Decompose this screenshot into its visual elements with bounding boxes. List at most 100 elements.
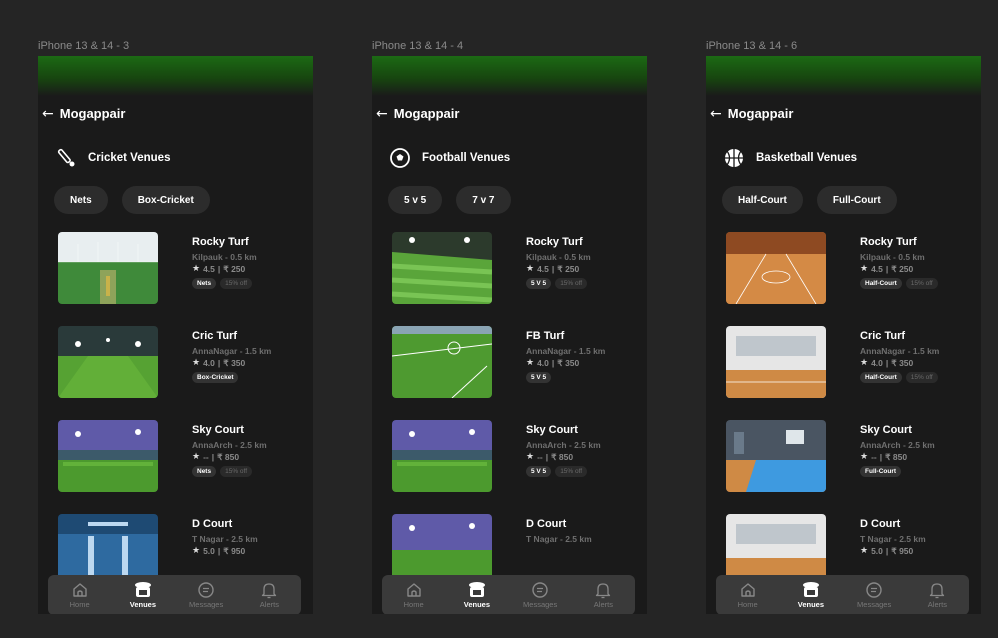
home-icon: [739, 581, 757, 599]
venue-location: T Nagar - 2.5 km: [526, 534, 592, 544]
venue-tag: Nets: [192, 466, 217, 477]
filter-chip[interactable]: 5 v 5: [388, 186, 443, 214]
phone-frame: iPhone 13 & 14 - 6 ← Mogappair Basketbal…: [706, 40, 981, 614]
venue-name: Sky Court: [526, 424, 578, 436]
bottom-tab-bar: Home Venues Messages Alerts: [382, 575, 635, 614]
venue-rating-price: ★ -- | ₹ 850: [192, 451, 302, 463]
venue-card[interactable]: Rocky Turf Kilpauk - 0.5 km ★ 4.5 | ₹ 250 H…: [726, 232, 966, 308]
venue-card[interactable]: Sky Court AnnaArch - 2.5 km ★ -- | ₹ 850 5 …: [392, 420, 632, 496]
back-arrow-icon[interactable]: ←: [710, 107, 722, 121]
frame-label: iPhone 13 & 14 - 3: [38, 40, 130, 52]
phone-screen: ← Mogappair Cricket Venues Nets Box-Crick…: [38, 56, 313, 614]
divider: |: [217, 264, 221, 274]
venue-name: FB Turf: [526, 330, 565, 342]
venue-tags: Half-Court 15% off: [860, 278, 970, 289]
tab-venues[interactable]: Venues: [115, 581, 171, 609]
tab-venues[interactable]: Venues: [449, 581, 505, 609]
venue-location: T Nagar - 2.5 km: [192, 534, 258, 544]
tab-alerts[interactable]: Alerts: [909, 581, 965, 609]
venue-info: Sky Court AnnaArch - 2.5 km ★ -- | ₹ 850 Fu…: [860, 424, 970, 477]
tab-home[interactable]: Home: [720, 581, 776, 609]
phone-frame: iPhone 13 & 14 - 3 ← Mogappair Cricket V…: [38, 40, 313, 614]
venue-rating: --: [871, 452, 877, 462]
header-gradient: [372, 56, 647, 96]
venue-location: AnnaNagar - 1.5 km: [526, 346, 606, 356]
category-title: Cricket Venues: [88, 152, 171, 164]
venue-info: Rocky Turf Kilpauk - 0.5 km ★ 4.5 | ₹ 250 H…: [860, 236, 970, 289]
venue-card[interactable]: Rocky Turf Kilpauk - 0.5 km ★ 4.5 | ₹ 250 5…: [392, 232, 632, 308]
venue-tag: 5 V 5: [526, 372, 552, 383]
filter-chip[interactable]: Nets: [54, 186, 108, 214]
venue-card[interactable]: Rocky Turf Kilpauk - 0.5 km ★ 4.5 | ₹ 250 N…: [58, 232, 298, 308]
filter-chip[interactable]: 7 v 7: [456, 186, 511, 214]
back-arrow-icon[interactable]: ←: [42, 107, 54, 121]
filter-chip[interactable]: Full-Court: [816, 186, 897, 214]
tab-messages[interactable]: Messages: [846, 581, 902, 609]
venue-card[interactable]: Cric Turf AnnaNagar - 1.5 km ★ 4.0 | ₹ 350 …: [58, 326, 298, 402]
venue-price: ₹ 250: [891, 264, 914, 274]
venue-location: AnnaNagar - 1.5 km: [192, 346, 272, 356]
venue-rating-price: ★ 4.0 | ₹ 350: [526, 357, 636, 369]
venue-info: D Court T Nagar - 2.5 km: [526, 518, 636, 548]
venue-info: D Court T Nagar - 2.5 km ★ 5.0 | ₹ 950: [192, 518, 302, 560]
tab-label: Alerts: [593, 600, 613, 609]
tab-alerts[interactable]: Alerts: [241, 581, 297, 609]
venue-tag: Box-Cricket: [192, 372, 239, 383]
tab-label: Alerts: [927, 600, 947, 609]
back-arrow-icon[interactable]: ←: [376, 107, 388, 121]
venue-rating: 4.5: [871, 264, 883, 274]
venue-rating-price: ★ -- | ₹ 850: [526, 451, 636, 463]
tab-alerts[interactable]: Alerts: [575, 581, 631, 609]
star-icon: ★: [860, 452, 869, 462]
venue-tags: Box-Cricket: [192, 372, 302, 383]
venue-photo: [726, 420, 826, 492]
venues-icon: [133, 581, 153, 599]
venue-info: Cric Turf AnnaNagar - 1.5 km ★ 4.0 | ₹ 350 …: [192, 330, 302, 383]
venue-rating: 4.5: [203, 264, 215, 274]
venue-name: D Court: [192, 518, 233, 530]
football-icon: [388, 146, 412, 170]
venue-rating-price: ★ 4.5 | ₹ 250: [192, 263, 302, 275]
venue-price: ₹ 350: [891, 358, 914, 368]
venue-price: ₹ 250: [557, 264, 580, 274]
tab-home[interactable]: Home: [52, 581, 108, 609]
tab-messages[interactable]: Messages: [512, 581, 568, 609]
venue-card[interactable]: Cric Turf AnnaNagar - 1.5 km ★ 4.0 | ₹ 350 …: [726, 326, 966, 402]
venue-price: ₹ 850: [551, 452, 574, 462]
tab-home[interactable]: Home: [386, 581, 442, 609]
star-icon: ★: [526, 264, 535, 274]
venue-location: T Nagar - 2.5 km: [860, 534, 926, 544]
filter-chip[interactable]: Box-Cricket: [121, 186, 210, 214]
offer-badge: 15% off: [555, 278, 588, 289]
star-icon: ★: [192, 546, 201, 556]
venue-rating-price: ★ 4.0 | ₹ 350: [192, 357, 302, 369]
star-icon: ★: [526, 452, 535, 462]
tab-messages[interactable]: Messages: [178, 581, 234, 609]
divider: |: [217, 358, 221, 368]
venue-location: Kilpauk - 0.5 km: [860, 252, 925, 262]
divider: |: [545, 452, 549, 462]
venue-rating: 4.0: [203, 358, 215, 368]
message-icon: [197, 581, 215, 599]
tab-label: Home: [69, 600, 90, 609]
tab-label: Home: [737, 600, 758, 609]
star-icon: ★: [192, 452, 201, 462]
venue-rating: 5.0: [871, 546, 883, 556]
venue-tags: 5 V 5: [526, 372, 636, 383]
tab-venues[interactable]: Venues: [783, 581, 839, 609]
venue-tags: Nets 15% off: [192, 466, 302, 477]
venue-rating: --: [537, 452, 543, 462]
category-title: Basketball Venues: [756, 152, 857, 164]
venue-card[interactable]: Sky Court AnnaArch - 2.5 km ★ -- | ₹ 850 Ne…: [58, 420, 298, 496]
offer-badge: 15% off: [220, 278, 253, 289]
venue-photo: [58, 420, 158, 492]
filter-chip[interactable]: Half-Court: [722, 186, 803, 214]
venue-location: Kilpauk - 0.5 km: [192, 252, 257, 262]
divider: |: [885, 264, 889, 274]
venue-card[interactable]: FB Turf AnnaNagar - 1.5 km ★ 4.0 | ₹ 350 5 …: [392, 326, 632, 402]
offer-badge: 15% off: [220, 466, 253, 477]
location-title: Mogappair: [727, 106, 794, 121]
venue-tags: 5 V 5 15% off: [526, 466, 636, 477]
venue-name: Cric Turf: [192, 330, 238, 342]
venue-card[interactable]: Sky Court AnnaArch - 2.5 km ★ -- | ₹ 850 Fu…: [726, 420, 966, 496]
